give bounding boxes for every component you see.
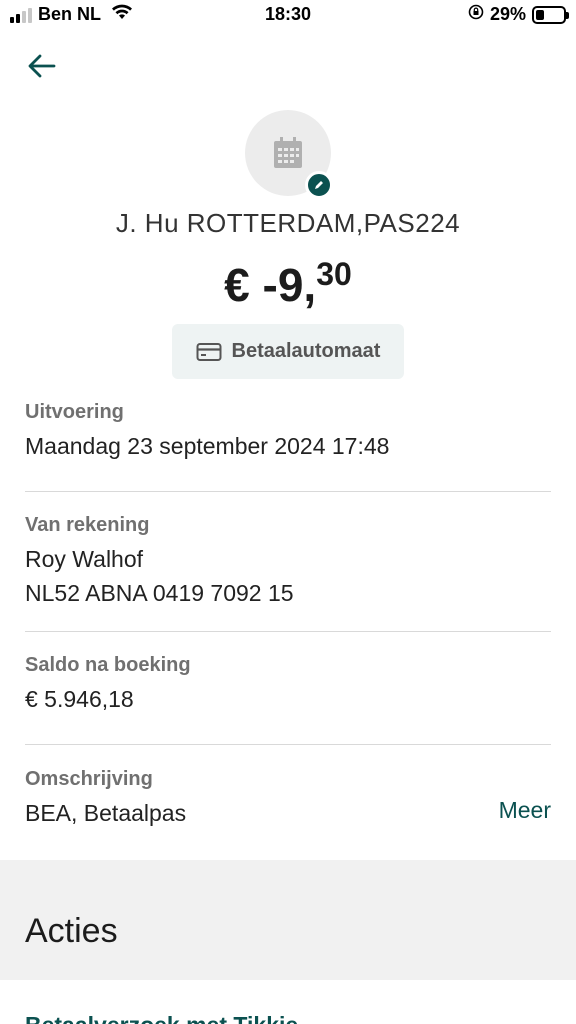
transaction-amount: € -9,30 xyxy=(0,256,576,312)
orientation-lock-icon xyxy=(468,4,484,25)
battery-percentage: 29% xyxy=(489,4,526,24)
from-account-iban: NL52 ABNA 0419 7092 15 xyxy=(25,580,294,606)
divider xyxy=(25,491,551,492)
divider xyxy=(25,744,551,745)
more-link[interactable]: Meer xyxy=(499,797,551,824)
amount-main: € -9, xyxy=(224,259,317,311)
from-account-name: Roy Walhof xyxy=(25,546,144,572)
actions-title: Acties xyxy=(25,912,118,950)
execution-detail: Uitvoering Maandag 23 september 2024 17:… xyxy=(25,401,551,462)
from-account-detail: Van rekening Roy Walhof NL52 ABNA 0419 7… xyxy=(25,514,551,609)
edit-category-button[interactable] xyxy=(305,171,333,199)
description-label: Omschrijving xyxy=(25,768,153,790)
arrow-left-icon xyxy=(28,54,56,78)
back-button[interactable] xyxy=(22,46,62,86)
execution-value: Maandag 23 september 2024 17:48 xyxy=(25,433,390,459)
tikkie-request-link[interactable]: Betaalverzoek met Tikkie xyxy=(25,1012,298,1024)
balance-label: Saldo na boeking xyxy=(25,654,191,676)
balance-value: € 5.946,18 xyxy=(25,686,134,712)
category-chip[interactable]: Betaalautomaat xyxy=(172,324,404,379)
category-label: Betaalautomaat xyxy=(231,340,381,362)
merchant-name: J. Hu ROTTERDAM,PAS224 xyxy=(115,208,461,238)
divider xyxy=(25,631,551,632)
from-account-label: Van rekening xyxy=(25,514,150,536)
battery-icon xyxy=(532,5,569,24)
status-bar-right: 29% xyxy=(468,4,569,25)
balance-detail: Saldo na boeking € 5.946,18 xyxy=(25,654,551,715)
amount-cents: 30 xyxy=(316,256,352,292)
execution-label: Uitvoering xyxy=(25,401,124,423)
card-icon xyxy=(196,342,222,361)
status-bar: Ben NL 18:30 29% xyxy=(0,0,576,34)
calendar-icon xyxy=(274,137,302,168)
pencil-icon xyxy=(315,181,323,189)
description-detail: Omschrijving BEA, Betaalpas xyxy=(25,768,551,829)
description-value: BEA, Betaalpas xyxy=(25,800,187,826)
